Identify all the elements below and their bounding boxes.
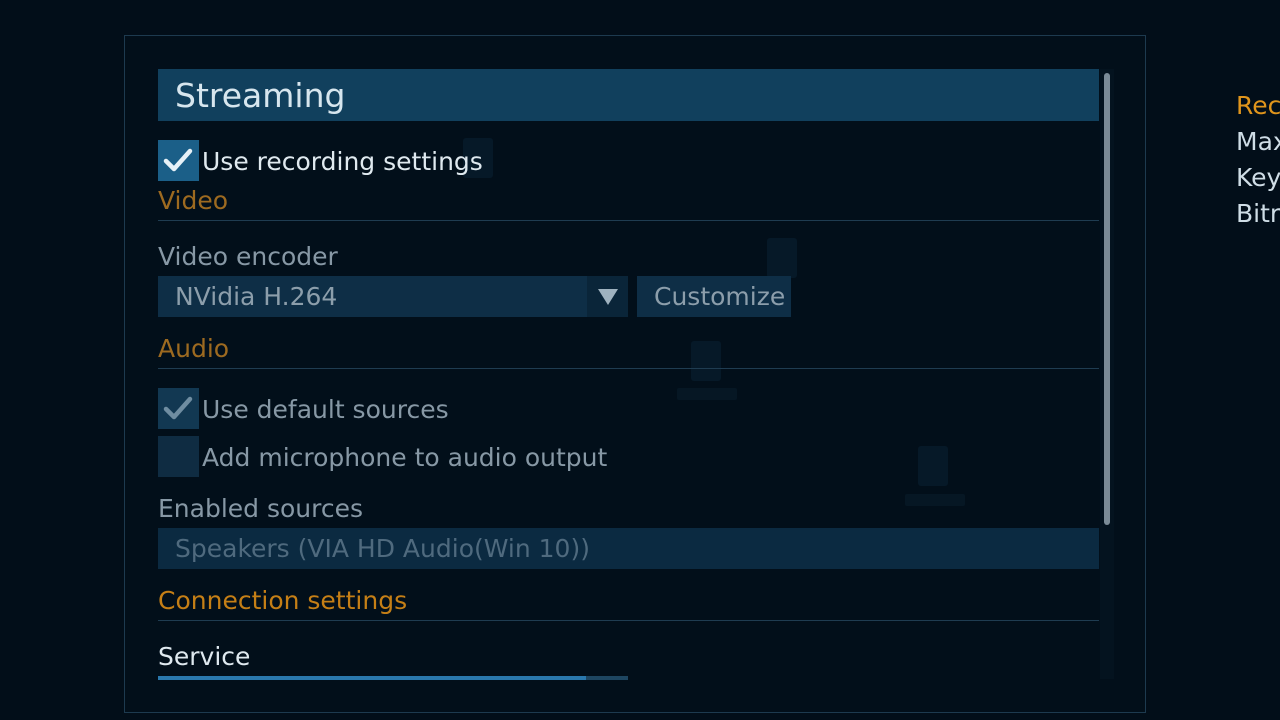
video-section-heading: Video bbox=[158, 186, 229, 215]
service-underline[interactable] bbox=[158, 676, 628, 680]
connection-settings-heading: Connection settings bbox=[158, 586, 408, 615]
use-recording-settings-checkbox[interactable] bbox=[158, 140, 199, 181]
use-default-sources-label: Use default sources bbox=[202, 395, 449, 424]
side-menu-item[interactable]: Rec bbox=[1236, 91, 1280, 121]
customize-button[interactable]: Customize bbox=[637, 276, 791, 317]
video-encoder-value: NVidia H.264 bbox=[175, 282, 338, 311]
connection-section-divider bbox=[158, 620, 1099, 621]
use-recording-settings-label: Use recording settings bbox=[202, 147, 483, 176]
customize-button-label: Customize bbox=[654, 282, 786, 311]
video-encoder-label: Video encoder bbox=[158, 242, 338, 271]
scrollbar-thumb[interactable] bbox=[1104, 73, 1110, 525]
add-microphone-label: Add microphone to audio output bbox=[202, 443, 608, 472]
ghost-file-icon bbox=[918, 446, 948, 486]
ghost-file-icon bbox=[691, 341, 721, 381]
side-menu-item[interactable]: Key bbox=[1236, 163, 1280, 193]
panel-header: Streaming bbox=[158, 69, 1099, 121]
audio-section-heading: Audio bbox=[158, 334, 230, 363]
video-encoder-select[interactable]: NVidia H.264 bbox=[158, 276, 628, 317]
checkmark-icon bbox=[163, 148, 193, 172]
triangle-down-icon bbox=[598, 289, 618, 305]
enabled-sources-label: Enabled sources bbox=[158, 494, 364, 523]
video-section-divider bbox=[158, 220, 1099, 221]
enabled-source-item: Speakers (VIA HD Audio(Win 10)) bbox=[175, 534, 590, 563]
side-menu-item[interactable]: Bitra bbox=[1236, 199, 1280, 229]
use-default-sources-checkbox[interactable] bbox=[158, 388, 199, 429]
ghost-label bbox=[905, 494, 965, 506]
panel-title: Streaming bbox=[175, 76, 346, 115]
ghost-label bbox=[677, 388, 737, 400]
streaming-settings-panel: Streaming Use recording settings Video V… bbox=[124, 35, 1146, 713]
side-menu-item[interactable]: Max bbox=[1236, 127, 1280, 157]
service-label: Service bbox=[158, 642, 251, 671]
app-root: Streaming Use recording settings Video V… bbox=[0, 0, 1280, 720]
enabled-sources-list[interactable]: Speakers (VIA HD Audio(Win 10)) bbox=[158, 528, 1099, 569]
add-microphone-checkbox[interactable] bbox=[158, 436, 199, 477]
panel-scrollbar[interactable] bbox=[1100, 69, 1114, 679]
service-underline-fill bbox=[158, 676, 586, 680]
ghost-file-icon bbox=[767, 238, 797, 278]
audio-section-divider bbox=[158, 368, 1099, 369]
checkmark-icon bbox=[163, 396, 193, 420]
dropdown-arrow-button[interactable] bbox=[587, 276, 628, 317]
